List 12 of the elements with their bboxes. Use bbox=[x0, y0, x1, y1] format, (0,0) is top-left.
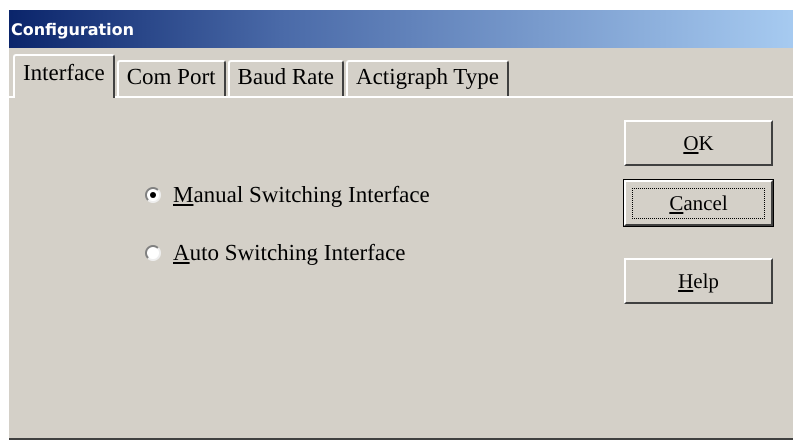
radio-button[interactable] bbox=[145, 187, 161, 203]
dialog-button[interactable]: OK bbox=[624, 120, 773, 166]
tab[interactable]: Com Port bbox=[116, 60, 226, 96]
window-title: Configuration bbox=[11, 20, 134, 38]
radio-label[interactable]: Auto Switching Interface bbox=[173, 240, 406, 266]
tab[interactable]: Baud Rate bbox=[228, 60, 344, 96]
radio-label[interactable]: Manual Switching Interface bbox=[173, 182, 430, 208]
tab[interactable]: Interface bbox=[13, 54, 115, 98]
tab[interactable]: Actigraph Type bbox=[346, 60, 509, 96]
dialog-button[interactable]: Cancel bbox=[624, 180, 773, 226]
radio-button[interactable] bbox=[145, 245, 161, 261]
dialog-button[interactable]: Help bbox=[624, 258, 773, 304]
